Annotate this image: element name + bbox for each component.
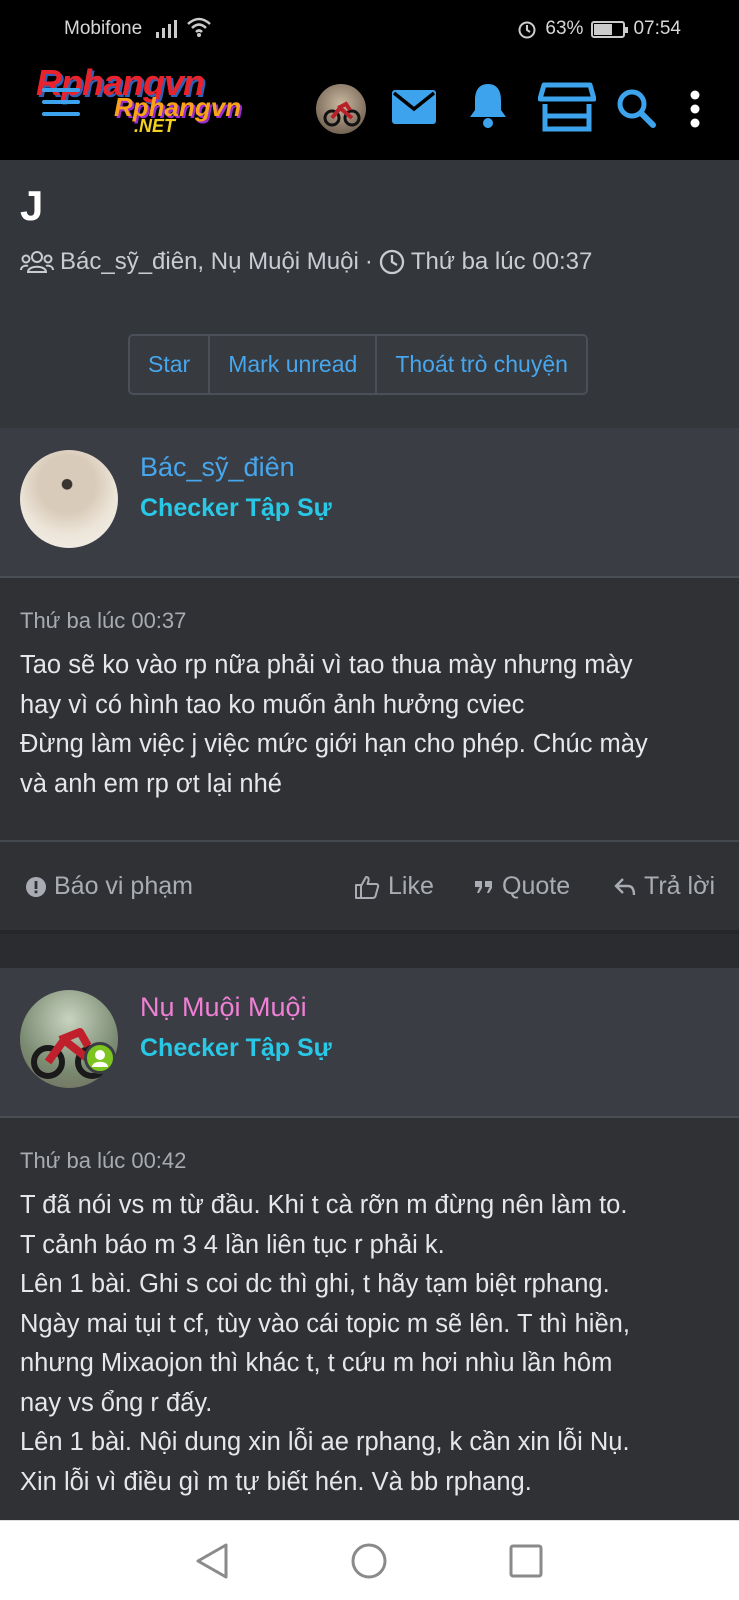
reply-button[interactable]: Trả lời bbox=[614, 872, 715, 901]
mail-icon[interactable] bbox=[392, 90, 436, 124]
clock-icon bbox=[379, 249, 404, 275]
message-user-bar: Nụ Muội Muội Checker Tập Sự bbox=[0, 968, 739, 1118]
quote-label: Quote bbox=[502, 872, 571, 900]
logo-net: .NET bbox=[134, 116, 176, 136]
store-icon[interactable] bbox=[538, 82, 596, 132]
mark-unread-button[interactable]: Mark unread bbox=[210, 336, 378, 393]
conversation-header: J Bác_sỹ_điên, Nụ Muội Muội · Thứ ba lúc… bbox=[0, 160, 739, 428]
battery-icon bbox=[591, 20, 629, 38]
message-actions: Báo vi phạm Like Quote Trả lời bbox=[0, 840, 739, 934]
quote-icon bbox=[475, 880, 492, 893]
reply-label: Trả lời bbox=[644, 872, 716, 900]
conversation-title: J bbox=[20, 182, 44, 229]
report-label: Báo vi phạm bbox=[54, 872, 193, 900]
participants[interactable]: Bác_sỹ_điên, Nụ Muội Muội bbox=[60, 248, 359, 276]
message-post: Nụ Muội Muội Checker Tập Sự Thứ ba lúc 0… bbox=[0, 968, 739, 1520]
message-line: Tao sẽ ko vào rp nữa phải vì tao thua mà… bbox=[20, 651, 633, 679]
message-body: T đã nói vs m từ đầu. Khi t cà rỡn m đừn… bbox=[20, 1186, 725, 1502]
alert-icon bbox=[26, 876, 46, 897]
recents-icon[interactable] bbox=[508, 1541, 544, 1581]
meta-separator: · bbox=[364, 248, 373, 275]
message-line: T cảnh báo m 3 4 lần liên tục r phải k. bbox=[20, 1230, 445, 1259]
leave-conversation-button[interactable]: Thoát trò chuyện bbox=[377, 336, 586, 393]
user-avatar[interactable] bbox=[20, 450, 118, 548]
signal-icon bbox=[156, 16, 177, 38]
star-button[interactable]: Star bbox=[130, 336, 211, 393]
message-line: nay vs ổng r đấy. bbox=[20, 1388, 213, 1417]
quote-button[interactable]: Quote bbox=[474, 872, 570, 901]
conversation-meta: Bác_sỹ_điên, Nụ Muội Muội · Thứ ba lúc 0… bbox=[20, 248, 592, 276]
user-icon bbox=[92, 1050, 108, 1067]
carrier-name: Mobifone bbox=[64, 18, 143, 39]
message-time: Thứ ba lúc 00:42 bbox=[20, 1148, 187, 1173]
status-bar: Mobifone 63% 07:54 bbox=[0, 0, 739, 58]
message-post: Bác_sỹ_điên Checker Tập Sự Thứ ba lúc 00… bbox=[0, 428, 739, 934]
users-icon bbox=[20, 251, 54, 273]
search-icon[interactable] bbox=[616, 88, 656, 128]
post-divider bbox=[0, 934, 739, 968]
message-line: và anh em rp ơt lại nhé bbox=[20, 769, 282, 798]
message-line: Lên 1 bài. Nội dung xin lỗi ae rphang, k… bbox=[20, 1428, 630, 1456]
conversation-time: Thứ ba lúc 00:37 bbox=[410, 248, 593, 275]
clock-time: 07:54 bbox=[633, 18, 681, 39]
wifi-icon bbox=[187, 17, 211, 37]
user-role: Checker Tập Sự bbox=[140, 494, 332, 522]
message-body: Tao sẽ ko vào rp nữa phải vì tao thua mà… bbox=[20, 646, 725, 804]
user-role: Checker Tập Sự bbox=[140, 1034, 332, 1062]
like-label: Like bbox=[388, 872, 434, 900]
bell-icon[interactable] bbox=[468, 82, 508, 128]
reply-icon bbox=[614, 877, 636, 895]
conversation-actions: Star Mark unread Thoát trò chuyện bbox=[128, 334, 588, 395]
message-line: nhưng Mixaojon thì khác t, t cứu m hơi n… bbox=[20, 1349, 613, 1377]
message-line: Ngày mai tụi t cf, tùy vào cái topic m s… bbox=[20, 1309, 630, 1338]
message-user-bar: Bác_sỹ_điên Checker Tập Sự bbox=[0, 428, 739, 578]
thumbs-up-icon bbox=[355, 875, 380, 899]
system-nav-bar bbox=[0, 1520, 739, 1600]
alarm-icon bbox=[518, 21, 536, 39]
battery-percent: 63% bbox=[545, 18, 584, 39]
message-line: Xin lỗi vì điều gì m tự biết hén. Và bb … bbox=[20, 1467, 532, 1496]
back-icon[interactable] bbox=[194, 1541, 230, 1581]
report-button[interactable]: Báo vi phạm bbox=[26, 872, 193, 901]
message-line: T đã nói vs m từ đầu. Khi t cà rỡn m đừn… bbox=[20, 1191, 628, 1219]
site-header: Rphangvn Rphangvn .NET bbox=[0, 58, 739, 160]
online-indicator bbox=[84, 1042, 116, 1074]
message-line: Đừng làm việc j việc mức giới hạn cho ph… bbox=[20, 730, 648, 758]
username[interactable]: Nụ Muội Muội bbox=[140, 992, 307, 1023]
more-options-icon[interactable] bbox=[690, 90, 700, 128]
user-avatar[interactable] bbox=[316, 84, 366, 134]
status-right: 63% 07:54 bbox=[517, 18, 681, 40]
home-icon[interactable] bbox=[350, 1541, 388, 1581]
message-line: Lên 1 bài. Ghi s coi dc thì ghi, t hãy t… bbox=[20, 1270, 610, 1298]
like-button[interactable]: Like bbox=[354, 872, 434, 901]
menu-icon[interactable] bbox=[42, 88, 80, 124]
message-line: hay vì có hình tao ko muốn ảnh hưởng cvi… bbox=[20, 690, 525, 719]
username[interactable]: Bác_sỹ_điên bbox=[140, 452, 295, 483]
message-time: Thứ ba lúc 00:37 bbox=[20, 608, 187, 633]
